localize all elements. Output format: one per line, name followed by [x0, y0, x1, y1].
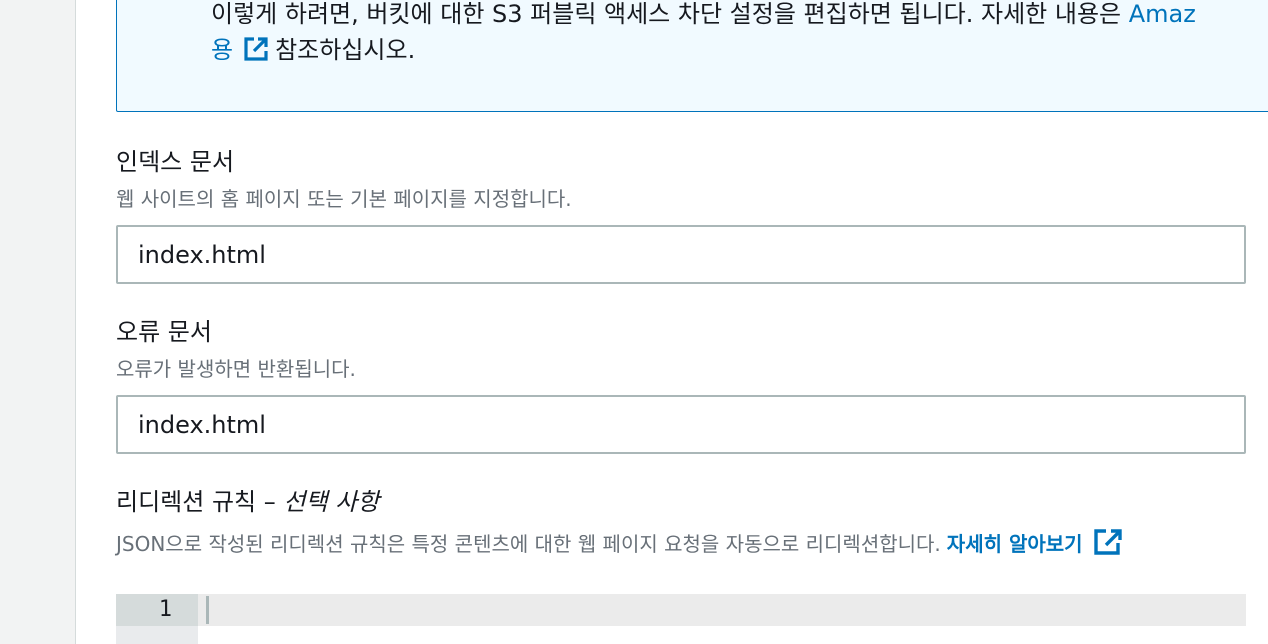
index-document-input[interactable]: [116, 225, 1246, 284]
optional-marker: 선택 사항: [283, 488, 380, 516]
error-document-label: 오류 문서: [116, 318, 212, 346]
alert-suffix-text: 참조하십시오.: [275, 36, 416, 64]
error-document-description: 오류가 발생하면 반환됩니다.: [116, 357, 356, 381]
text-cursor: [206, 596, 209, 624]
line-number: 1: [158, 597, 172, 622]
index-document-label: 인덱스 문서: [116, 148, 235, 176]
redirection-rules-label: 리디렉션 규칙 – 선택 사항: [116, 487, 379, 517]
redirection-rules-description-text: JSON으로 작성된 리디렉션 규칙은 특정 콘텐츠에 대한 웹 페이지 요청을…: [116, 532, 941, 556]
alert-text: 이렇게 하려면, 버킷에 대한 S3 퍼블릭 액세스 차단 설정을 편집하면 됩…: [211, 0, 1129, 28]
amazon-s3-docs-link-continued[interactable]: 용: [211, 36, 233, 64]
alert-text-line-2: 용 참조하십시오.: [211, 33, 415, 67]
editor-gutter: 1: [116, 594, 198, 644]
public-access-info-alert: 이렇게 하려면, 버킷에 대한 S3 퍼블릭 액세스 차단 설정을 편집하면 됩…: [116, 0, 1268, 112]
redirection-rules-code-editor[interactable]: 1: [116, 594, 1246, 644]
external-link-icon[interactable]: [1093, 528, 1123, 556]
amazon-s3-docs-link[interactable]: Amaz: [1129, 0, 1196, 28]
redirection-rules-label-text: 리디렉션 규칙 –: [116, 488, 284, 516]
index-document-description: 웹 사이트의 홈 페이지 또는 기본 페이지를 지정합니다.: [116, 187, 572, 211]
learn-more-link[interactable]: 자세히 알아보기: [947, 532, 1083, 556]
gutter-active-line: 1: [116, 594, 198, 626]
alert-text-line-1: 이렇게 하려면, 버킷에 대한 S3 퍼블릭 액세스 차단 설정을 편집하면 됩…: [211, 0, 1196, 31]
side-navigation-rail: [0, 0, 76, 644]
editor-active-line[interactable]: [198, 594, 1246, 626]
static-website-hosting-settings: 이렇게 하려면, 버킷에 대한 S3 퍼블릭 액세스 차단 설정을 편집하면 됩…: [0, 0, 1268, 644]
error-document-input[interactable]: [116, 395, 1246, 454]
redirection-rules-description: JSON으로 작성된 리디렉션 규칙은 특정 콘텐츠에 대한 웹 페이지 요청을…: [116, 528, 1123, 557]
external-link-icon[interactable]: [243, 36, 269, 62]
